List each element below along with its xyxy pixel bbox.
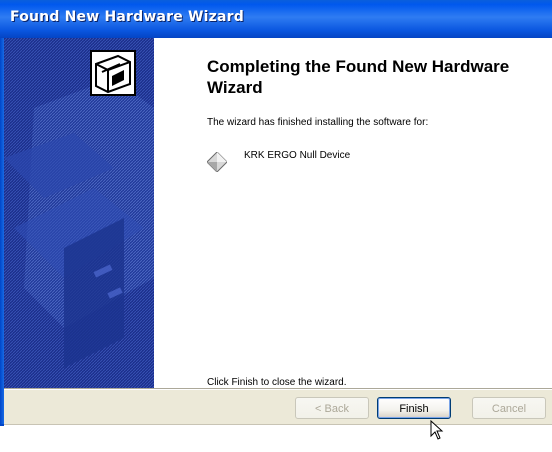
- device-diamond-icon: [207, 152, 227, 172]
- cancel-button[interactable]: Cancel: [472, 397, 546, 419]
- hardware-box-icon: [90, 50, 136, 96]
- title-bar[interactable]: Found New Hardware Wizard: [0, 0, 552, 38]
- wizard-window: Found New Hardware Wizard Completing the…: [0, 0, 552, 452]
- back-button[interactable]: < Back: [295, 397, 369, 419]
- window-bottom-left-border: [0, 424, 4, 426]
- window-title: Found New Hardware Wizard: [10, 9, 244, 25]
- window-bottom-area: [0, 424, 552, 452]
- device-name: KRK ERGO Null Device: [244, 150, 351, 161]
- mouse-pointer-icon: [430, 420, 444, 440]
- button-bar: < Back Finish Cancel: [4, 390, 552, 424]
- finished-message: The wizard has finished installing the s…: [207, 117, 429, 128]
- device-list-item: KRK ERGO Null Device: [207, 146, 507, 176]
- button-divider: [4, 388, 552, 389]
- wizard-content: Completing the Found New Hardware Wizard…: [90, 38, 552, 388]
- page-title: Completing the Found New Hardware Wizard: [207, 57, 510, 97]
- finish-button[interactable]: Finish: [377, 397, 451, 419]
- finish-hint-text: Click Finish to close the wizard.: [207, 377, 347, 388]
- window-bottom-edge: [0, 424, 552, 425]
